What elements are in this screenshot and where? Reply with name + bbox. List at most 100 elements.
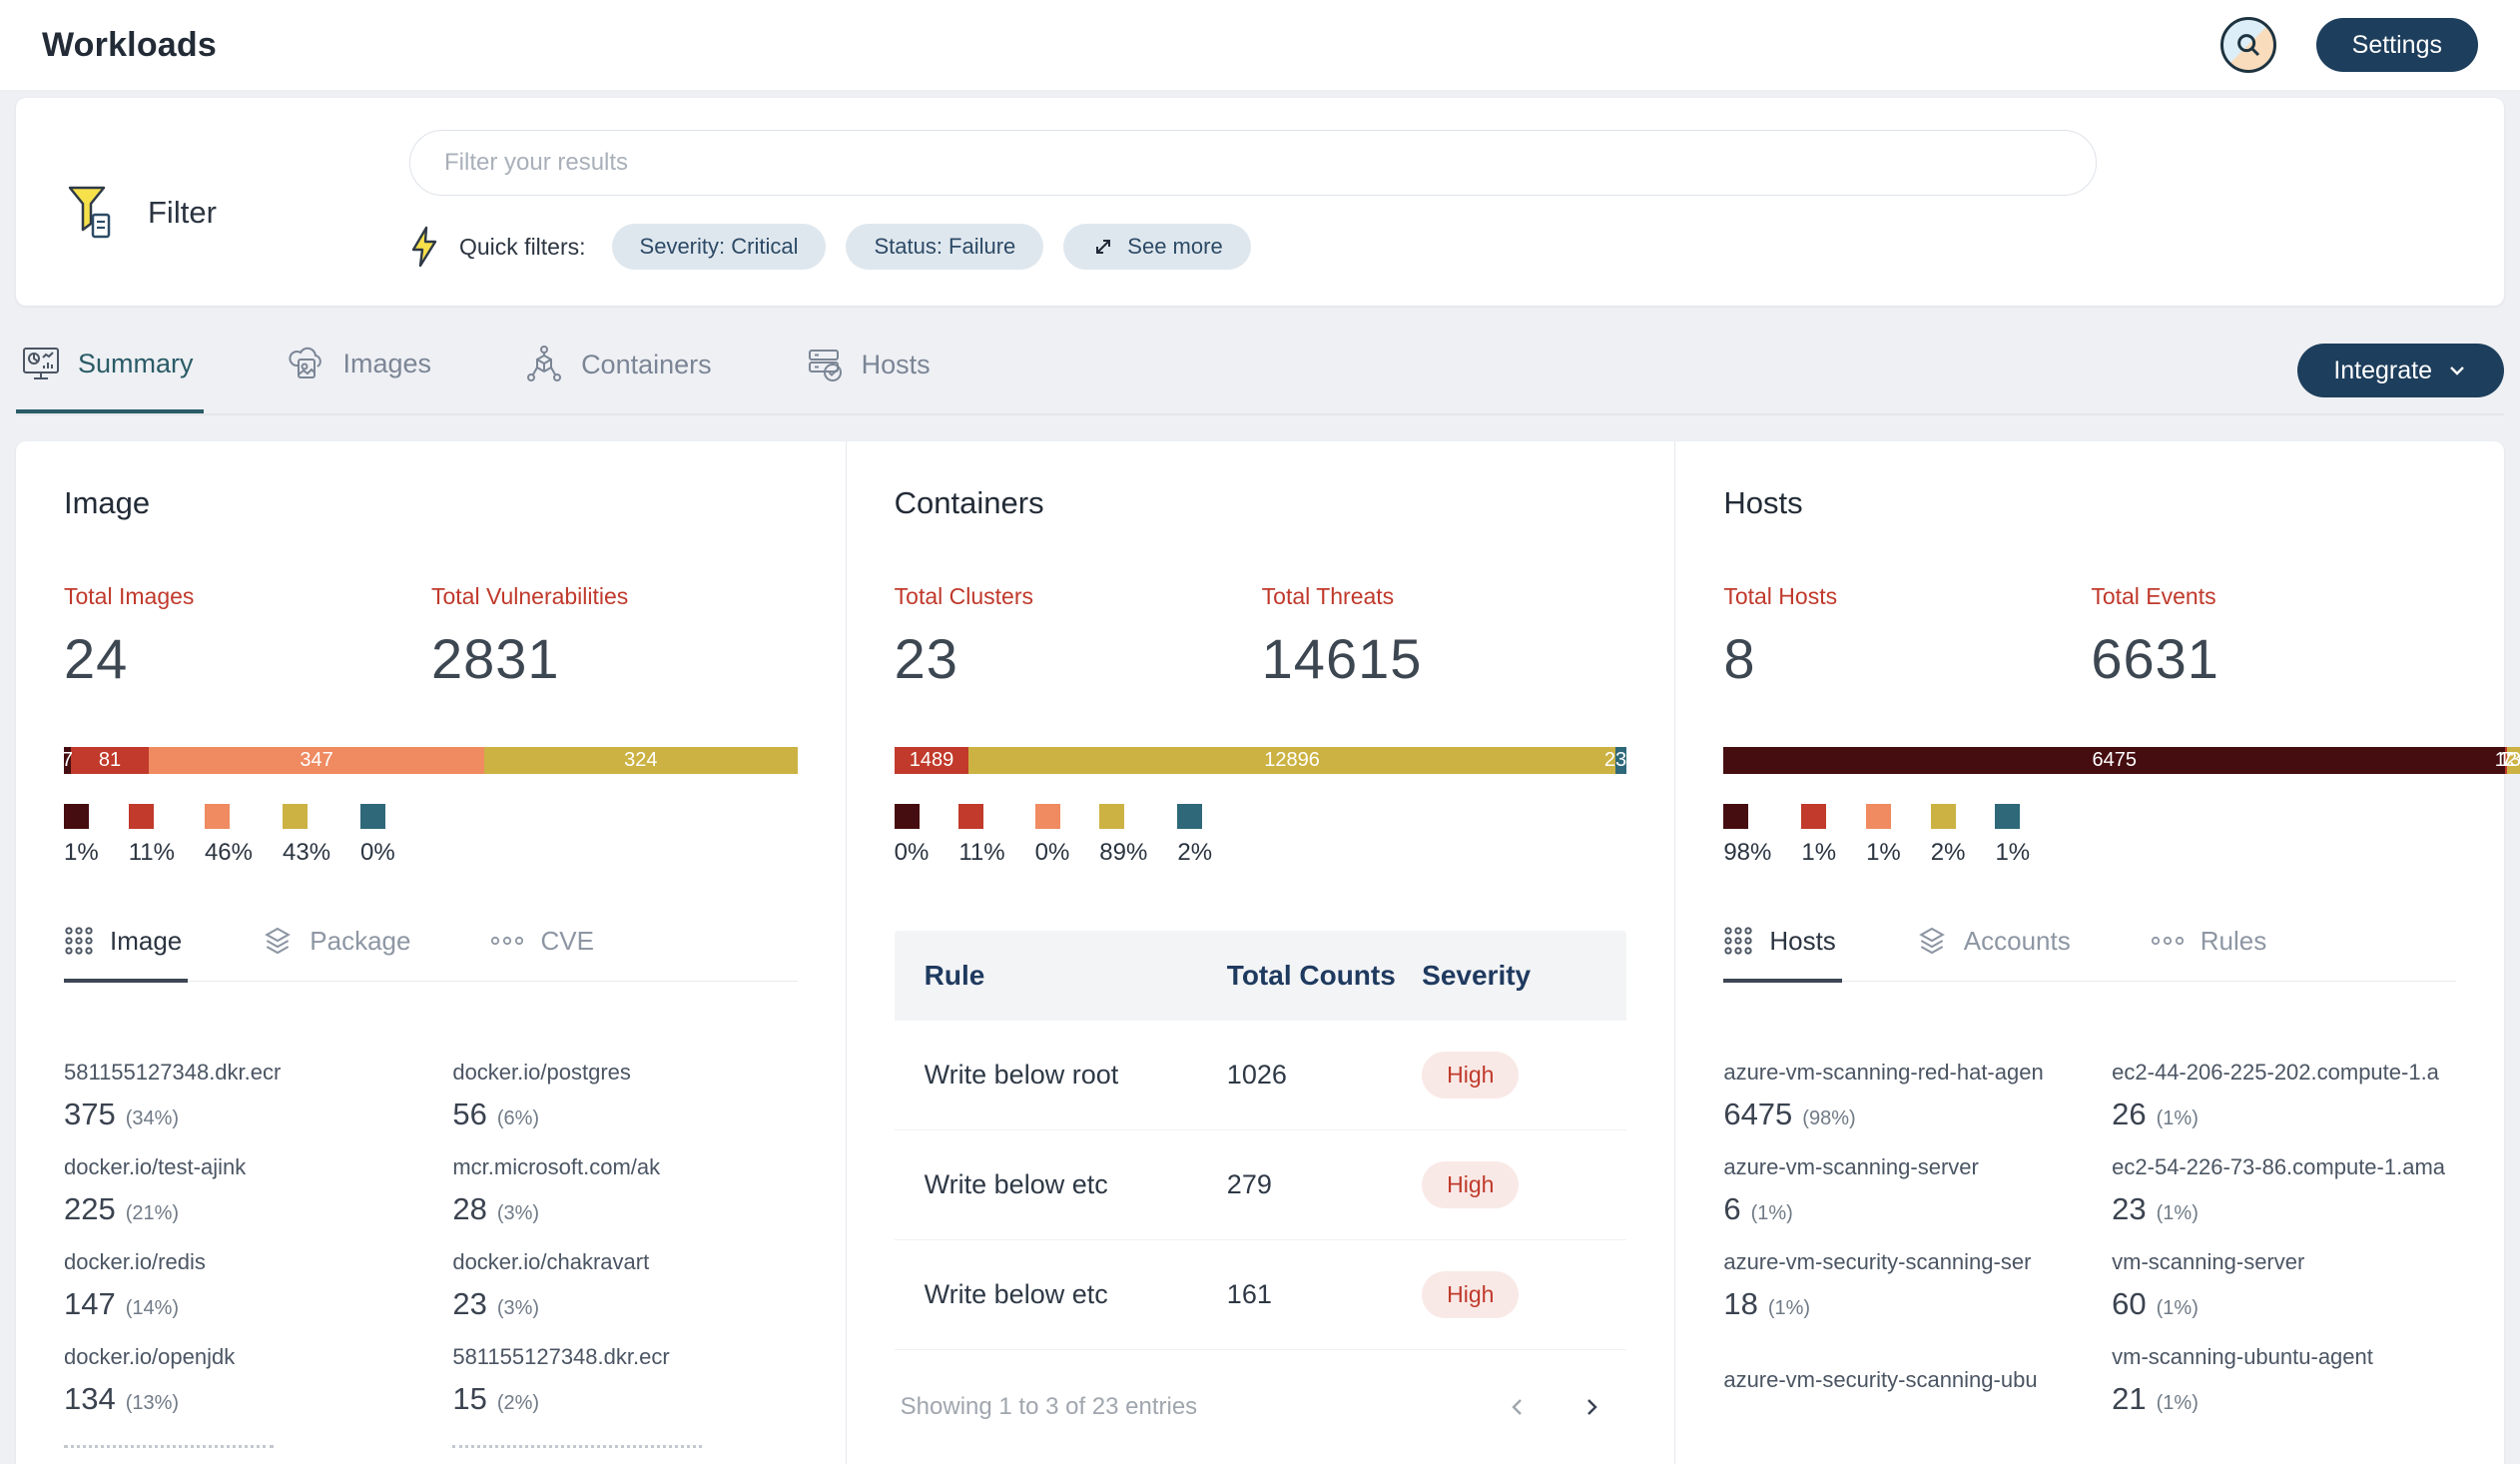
summary-content: Image Total Images 24 Total Vulnerabilit…: [16, 441, 2504, 1464]
stat-total-events: Total Events 6631: [2091, 583, 2456, 691]
subtab-hosts[interactable]: Hosts: [1723, 925, 1841, 983]
tab-containers[interactable]: Containers: [519, 342, 722, 415]
table-row[interactable]: Write below etc 279 High: [895, 1130, 1627, 1240]
legend-chip-high: [129, 804, 154, 829]
list-item[interactable]: docker.io/openjdk 134(13%): [64, 1342, 408, 1417]
list-item[interactable]: 581155127348.dkr.ecr 375(34%): [64, 1058, 408, 1132]
hosts-panel: Hosts Total Hosts 8 Total Events 6631 64…: [1674, 441, 2504, 1464]
severity-badge: High: [1422, 1052, 1519, 1098]
grid-dots-icon: [1723, 926, 1753, 956]
integrate-button[interactable]: Integrate: [2297, 344, 2504, 397]
top-bar: Workloads Settings: [0, 0, 2520, 90]
list-item[interactable]: azure-vm-security-scanning-ser 18(1%): [1723, 1247, 2068, 1322]
hosts-entries: azure-vm-scanning-red-hat-agen 6475(98%)…: [1723, 1058, 2456, 1417]
legend-chip-critical: [64, 804, 89, 829]
clipped-row: [452, 1437, 797, 1451]
hosts-severity-legend: 98% 1% 1% 2% 1%: [1723, 804, 2456, 867]
stat-total-clusters: Total Clusters 23: [895, 583, 1262, 691]
legend-chip-medium: [1035, 804, 1060, 829]
table-row[interactable]: Write below root 1026 High: [895, 1021, 1627, 1130]
list-item[interactable]: azure-vm-security-scanning-ubu: [1723, 1365, 2068, 1395]
layers-icon: [1916, 925, 1948, 957]
see-more-button[interactable]: See more: [1063, 224, 1250, 270]
lightning-icon: [409, 226, 439, 268]
legend-chip-info: [1995, 804, 2020, 829]
list-item[interactable]: vm-scanning-server 60(1%): [2112, 1247, 2456, 1322]
previous-page-button[interactable]: [1505, 1392, 1531, 1422]
tab-images[interactable]: Images: [282, 342, 442, 413]
stat-total-hosts: Total Hosts 8: [1723, 583, 2091, 691]
stat-total-vulnerabilities: Total Vulnerabilities 2831: [431, 583, 798, 691]
hosts-severity-bar: 64751271316: [1723, 747, 2520, 774]
legend-chip-critical: [1723, 804, 1748, 829]
quick-filter-severity-critical[interactable]: Severity: Critical: [612, 224, 827, 270]
list-item[interactable]: docker.io/redis 147(14%): [64, 1247, 408, 1322]
layers-icon: [262, 925, 294, 957]
grid-dots-icon: [64, 926, 94, 956]
legend-chip-high: [958, 804, 983, 829]
settings-button[interactable]: Settings: [2316, 18, 2478, 72]
image-severity-bar: 781347324: [64, 747, 798, 774]
summary-monitor-icon: [22, 346, 60, 381]
list-item[interactable]: docker.io/postgres 56(6%): [452, 1058, 797, 1132]
list-item[interactable]: ec2-54-226-73-86.compute-1.ama 23(1%): [2112, 1152, 2456, 1227]
next-page-button[interactable]: [1578, 1392, 1604, 1422]
filter-card: Filter Quick filters: Severity: Critical…: [16, 98, 2504, 306]
search-icon: [2233, 30, 2263, 60]
filter-input[interactable]: [409, 130, 2097, 196]
hosts-panel-title: Hosts: [1723, 485, 2456, 521]
legend-chip-high: [1801, 804, 1826, 829]
filter-label: Filter: [148, 195, 217, 231]
list-item[interactable]: docker.io/chakravart 23(3%): [452, 1247, 797, 1322]
legend-chip-low: [283, 804, 308, 829]
containers-severity-bar: 148912896230: [895, 747, 1627, 774]
severity-badge: High: [1422, 1161, 1519, 1208]
filter-funnel-icon: [60, 182, 118, 244]
clipped-row: [64, 1437, 408, 1451]
containers-panel-title: Containers: [895, 485, 1627, 521]
quick-filter-status-failure[interactable]: Status: Failure: [846, 224, 1043, 270]
rules-table: Rule Total Counts Severity Write below r…: [895, 931, 1627, 1422]
pagination-status: Showing 1 to 3 of 23 entries: [901, 1393, 1198, 1421]
page-title: Workloads: [42, 26, 217, 65]
image-panel: Image Total Images 24 Total Vulnerabilit…: [16, 441, 846, 1464]
search-avatar-button[interactable]: [2220, 17, 2276, 73]
legend-chip-low: [1099, 804, 1124, 829]
stat-total-threats: Total Threats 14615: [1262, 583, 1627, 691]
image-entries: 581155127348.dkr.ecr 375(34%) docker.io/…: [64, 1058, 798, 1451]
list-item[interactable]: azure-vm-scanning-red-hat-agen 6475(98%): [1723, 1058, 2068, 1132]
three-dots-icon: [2151, 931, 2185, 951]
subtab-accounts[interactable]: Accounts: [1916, 925, 2077, 983]
table-header: Rule Total Counts Severity: [895, 931, 1627, 1021]
legend-chip-info: [360, 804, 385, 829]
legend-chip-info: [1177, 804, 1202, 829]
subtab-package[interactable]: Package: [262, 925, 416, 983]
stat-total-images: Total Images 24: [64, 583, 431, 691]
cloud-image-icon: [288, 346, 325, 381]
server-check-icon: [806, 346, 844, 383]
subtab-rules[interactable]: Rules: [2151, 925, 2272, 983]
list-item[interactable]: docker.io/test-ajink 225(21%): [64, 1152, 408, 1227]
list-item[interactable]: vm-scanning-ubuntu-agent 21(1%): [2112, 1342, 2456, 1417]
hosts-subtabs: Hosts Accounts Rules: [1723, 925, 2456, 982]
main-tabs: Summary Images Containers: [16, 342, 2504, 415]
legend-chip-critical: [895, 804, 920, 829]
legend-chip-low: [1931, 804, 1956, 829]
list-item[interactable]: mcr.microsoft.com/ak 28(3%): [452, 1152, 797, 1227]
legend-chip-medium: [1866, 804, 1891, 829]
tab-summary[interactable]: Summary: [16, 342, 204, 413]
chevron-down-icon: [2446, 360, 2468, 381]
list-item[interactable]: azure-vm-scanning-server 6(1%): [1723, 1152, 2068, 1227]
image-subtabs: Image Package CVE: [64, 925, 798, 982]
legend-chip-medium: [205, 804, 230, 829]
cube-network-icon: [525, 346, 563, 383]
three-dots-icon: [490, 931, 524, 951]
list-item[interactable]: ec2-44-206-225-202.compute-1.a 26(1%): [2112, 1058, 2456, 1132]
containers-severity-legend: 0% 11% 0% 89% 2%: [895, 804, 1627, 867]
tab-hosts[interactable]: Hosts: [800, 342, 941, 415]
list-item[interactable]: 581155127348.dkr.ecr 15(2%): [452, 1342, 797, 1417]
quick-filters-label: Quick filters:: [459, 234, 586, 261]
subtab-image[interactable]: Image: [64, 925, 188, 983]
table-row[interactable]: Write below etc 161 High: [895, 1240, 1627, 1350]
subtab-cve[interactable]: CVE: [490, 925, 599, 983]
